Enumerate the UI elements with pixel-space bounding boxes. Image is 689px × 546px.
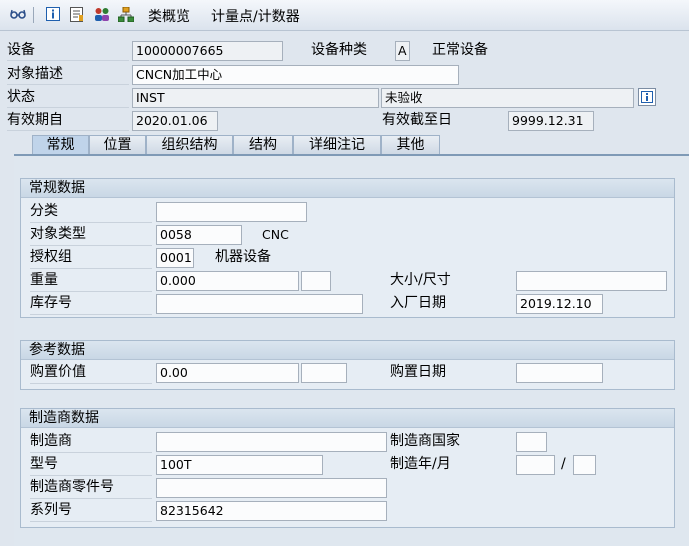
label-underline <box>7 60 129 61</box>
label-underline <box>30 475 152 476</box>
users-icon[interactable] <box>94 6 110 22</box>
equipment-field[interactable]: 10000007665 <box>132 41 283 61</box>
label-underline <box>30 521 152 522</box>
year-month-separator: / <box>561 456 566 472</box>
system-status-field[interactable]: INST <box>132 88 379 108</box>
label-underline <box>30 222 152 223</box>
construction-year-field[interactable] <box>516 455 555 475</box>
acquisition-value-field[interactable]: 0.00 <box>156 363 299 383</box>
size-label: 大小/尺寸 <box>390 272 451 288</box>
user-status-field[interactable]: 未验收 <box>381 88 634 108</box>
equipment-label: 设备 <box>7 42 35 58</box>
weight-unit-field[interactable] <box>301 271 331 291</box>
label-underline <box>7 84 129 85</box>
application-toolbar: 类概览 计量点/计数器 <box>0 0 689 31</box>
auth-group-field[interactable]: 0001 <box>156 248 194 268</box>
class-label: 分类 <box>30 203 58 219</box>
label-underline <box>30 245 152 246</box>
status-info-button[interactable] <box>638 88 656 106</box>
general-data-title: 常规数据 <box>21 179 674 198</box>
manufacturer-field[interactable] <box>156 432 387 452</box>
tab-other[interactable]: 其他 <box>381 135 440 154</box>
construction-year-month-label: 制造年/月 <box>390 456 451 472</box>
auth-group-text: 机器设备 <box>215 249 271 265</box>
label-underline <box>30 383 152 384</box>
label-underline <box>30 291 152 292</box>
label-underline <box>30 498 152 499</box>
valid-to-label: 有效截至日 <box>382 112 452 128</box>
tab-details[interactable]: 详细注记 <box>293 135 381 154</box>
inventory-label: 库存号 <box>30 295 72 311</box>
acquisition-date-label: 购置日期 <box>390 364 446 380</box>
valid-from-label: 有效期自 <box>7 112 63 128</box>
model-label: 型号 <box>30 456 58 472</box>
object-type-text: CNC <box>262 227 289 242</box>
manufacturer-country-field[interactable] <box>516 432 547 452</box>
hierarchy-icon[interactable] <box>118 6 134 22</box>
status-label: 状态 <box>7 89 35 105</box>
serial-number-field[interactable]: 82315642 <box>156 501 387 521</box>
measuring-points-button[interactable]: 计量点/计数器 <box>211 6 300 26</box>
tab-location[interactable]: 位置 <box>89 135 146 154</box>
manufacturer-label: 制造商 <box>30 433 72 449</box>
equipment-category-text: 正常设备 <box>432 42 488 58</box>
acquisition-currency-field[interactable] <box>301 363 347 383</box>
startup-date-field[interactable]: 2019.12.10 <box>516 294 603 314</box>
auth-group-label: 授权组 <box>30 249 72 265</box>
serial-number-label: 系列号 <box>30 502 72 518</box>
reference-data-title: 参考数据 <box>21 341 674 360</box>
manufacturer-country-label: 制造商国家 <box>390 433 460 449</box>
weight-field[interactable]: 0.000 <box>156 271 299 291</box>
class-overview-button[interactable]: 类概览 <box>148 6 190 26</box>
object-type-label: 对象类型 <box>30 226 86 242</box>
class-field[interactable] <box>156 202 307 222</box>
tab-general[interactable]: 常规 <box>32 135 89 154</box>
model-field[interactable]: 100T <box>156 455 323 475</box>
equipment-category-label: 设备种类 <box>311 42 367 58</box>
tab-structure[interactable]: 结构 <box>233 135 293 154</box>
description-label: 对象描述 <box>7 66 63 82</box>
construction-month-field[interactable] <box>573 455 596 475</box>
label-underline <box>30 452 152 453</box>
inventory-field[interactable] <box>156 294 363 314</box>
toolbar-separator <box>33 7 34 23</box>
equipment-category-field[interactable]: A <box>395 41 410 61</box>
document-icon[interactable] <box>69 6 85 22</box>
info-icon[interactable] <box>45 6 61 22</box>
valid-from-field[interactable]: 2020.01.06 <box>132 111 218 131</box>
label-underline <box>30 268 152 269</box>
label-underline <box>30 314 152 315</box>
part-number-field[interactable] <box>156 478 387 498</box>
object-type-field[interactable]: 0058 <box>156 225 242 245</box>
label-underline <box>7 107 129 108</box>
manufacturer-data-title: 制造商数据 <box>21 409 674 428</box>
valid-to-field[interactable]: 9999.12.31 <box>508 111 594 131</box>
acquisition-value-label: 购置价值 <box>30 364 86 380</box>
description-field[interactable]: CNCN加工中心 <box>132 65 459 85</box>
part-number-label: 制造商零件号 <box>30 479 114 495</box>
acquisition-date-field[interactable] <box>516 363 603 383</box>
startup-date-label: 入厂日期 <box>390 295 446 311</box>
info-icon <box>641 91 653 103</box>
tab-organization[interactable]: 组织结构 <box>146 135 233 154</box>
weight-label: 重量 <box>30 272 58 288</box>
label-underline <box>7 130 129 131</box>
size-field[interactable] <box>516 271 667 291</box>
glasses-icon[interactable] <box>10 6 26 22</box>
